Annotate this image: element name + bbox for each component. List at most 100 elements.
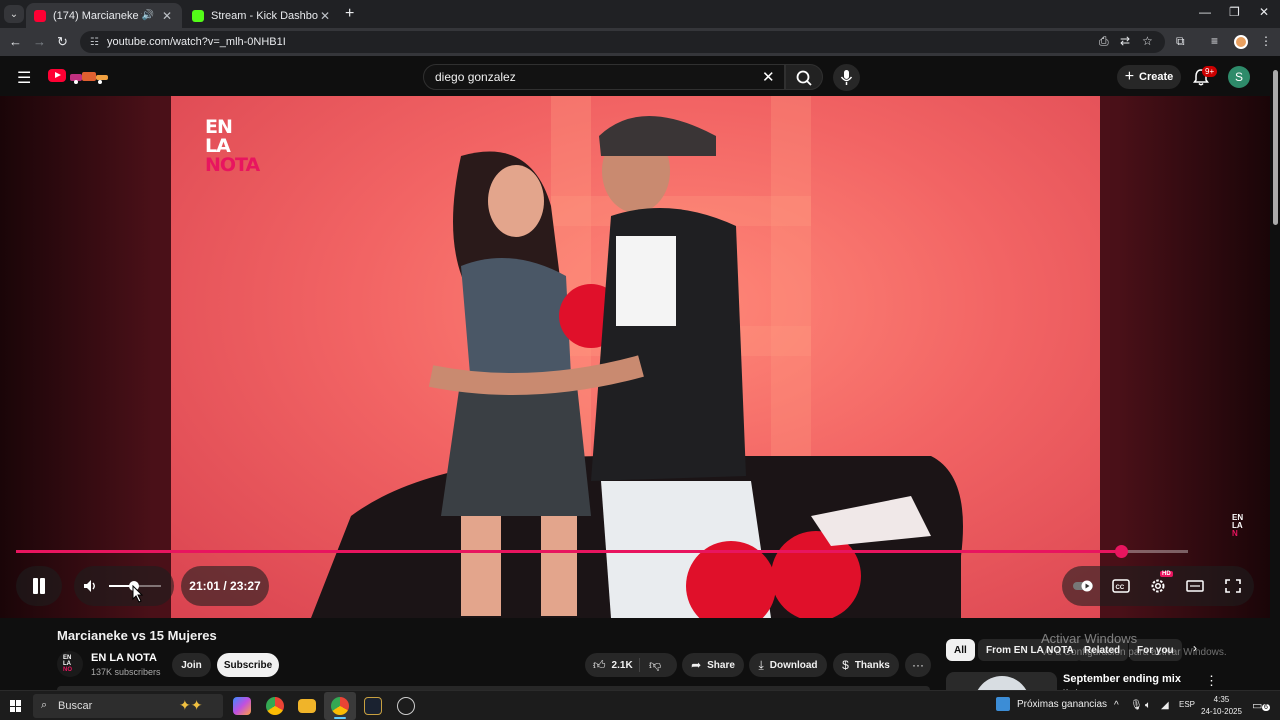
- pause-button[interactable]: [16, 566, 62, 606]
- copilot-icon[interactable]: [233, 697, 251, 715]
- volume-icon[interactable]: [82, 578, 98, 594]
- network-icon[interactable]: ◢: [1161, 700, 1169, 711]
- hd-badge: HD: [1160, 571, 1173, 577]
- create-label: Create: [1139, 71, 1174, 83]
- captions-icon[interactable]: CC: [1112, 578, 1130, 594]
- media-control-icon[interactable]: ≡: [1211, 34, 1218, 48]
- reload-icon[interactable]: ↻: [57, 34, 68, 50]
- create-button[interactable]: + Create: [1117, 65, 1181, 89]
- tab-youtube[interactable]: (174) Marcianeke vs 15 Mujeres 🔊 ✕: [26, 3, 182, 28]
- video-frame[interactable]: EN LA NOTA: [171, 96, 1100, 618]
- language-indicator[interactable]: ESP: [1179, 700, 1195, 709]
- subscribe-label: Subscribe: [223, 659, 273, 671]
- search-highlight-icon: ✦✦: [179, 697, 203, 713]
- like-icon[interactable]: 👍︎: [593, 658, 606, 673]
- install-icon[interactable]: ⎙: [1099, 34, 1109, 49]
- tab-title: Stream - Kick Dashboard: [211, 9, 318, 22]
- like-divider: [639, 658, 640, 672]
- right-controls: CC HD: [1062, 566, 1254, 606]
- browser-profile-icon[interactable]: [1234, 35, 1248, 49]
- new-tab-button[interactable]: +: [345, 5, 354, 23]
- channel-watermark-logo: EN LA NOTA: [205, 118, 261, 192]
- more-actions-button[interactable]: ···: [905, 653, 931, 677]
- game-launcher-icon[interactable]: [364, 697, 382, 715]
- autoplay-toggle-icon[interactable]: [1072, 578, 1096, 594]
- voice-search-button[interactable]: [833, 64, 860, 91]
- tab-search-button[interactable]: ⌄: [4, 5, 24, 23]
- search-button[interactable]: [785, 64, 823, 90]
- time-current: 21:01: [189, 579, 220, 593]
- share-icon: ➦: [691, 658, 702, 672]
- bookmark-star-icon[interactable]: ☆: [1142, 34, 1153, 48]
- youtube-logo-icon[interactable]: [48, 69, 66, 82]
- file-explorer-icon[interactable]: [298, 699, 316, 713]
- subscribe-button[interactable]: Subscribe: [217, 653, 279, 677]
- volume-control[interactable]: [74, 566, 174, 606]
- youtube-favicon-icon: [34, 9, 46, 22]
- thanks-button[interactable]: $ Thanks: [833, 653, 899, 677]
- extensions-icon[interactable]: ⧉: [1176, 34, 1185, 49]
- notification-center-icon[interactable]: ▭: [1252, 699, 1262, 712]
- search-input-value: diego gonzalez: [435, 70, 516, 84]
- taskbar-active-app[interactable]: [324, 692, 356, 720]
- chip-all[interactable]: All: [946, 639, 975, 661]
- page-scrollbar[interactable]: [1270, 56, 1280, 690]
- scrollbar-thumb[interactable]: [1273, 70, 1278, 225]
- tray-expand-icon[interactable]: ^: [1114, 700, 1119, 711]
- close-tab-icon[interactable]: ✕: [318, 9, 332, 23]
- address-bar[interactable]: ☷ youtube.com/watch?v=_mlh-0NHB1I: [80, 31, 1165, 53]
- recommendation-title[interactable]: September ending mix: [1063, 673, 1181, 685]
- windows-start-icon[interactable]: [10, 700, 22, 712]
- site-info-icon[interactable]: ☷: [90, 37, 99, 48]
- svg-text:CC: CC: [1116, 585, 1125, 591]
- account-avatar[interactable]: S: [1228, 66, 1250, 88]
- recommendation-menu-icon[interactable]: ⋮: [1205, 673, 1218, 689]
- forward-icon[interactable]: →: [33, 34, 46, 49]
- obs-icon[interactable]: [397, 697, 415, 715]
- download-button[interactable]: ⤓ Download: [749, 653, 827, 677]
- weather-icon[interactable]: [996, 697, 1010, 711]
- tab-kick[interactable]: Stream - Kick Dashboard ✕: [184, 3, 340, 28]
- close-window-icon[interactable]: ✕: [1259, 5, 1269, 19]
- windows-activation-title: Activar Windows: [1041, 631, 1138, 646]
- settings-gear-icon[interactable]: [1149, 578, 1167, 594]
- microphone-tray-icon[interactable]: 🎙︎: [1130, 700, 1143, 711]
- doodle-logo-icon[interactable]: [68, 68, 114, 84]
- tab-title: (174) Marcianeke vs 15 Mujeres: [53, 9, 142, 22]
- notification-badge: 9+: [1202, 66, 1218, 77]
- search-input[interactable]: diego gonzalez: [423, 64, 785, 90]
- join-button[interactable]: Join: [172, 653, 211, 677]
- taskbar-search[interactable]: ⌕ Buscar ✦✦: [33, 694, 223, 718]
- download-icon: ⤓: [758, 657, 764, 672]
- chrome-icon[interactable]: [266, 697, 284, 715]
- channel-avatar[interactable]: EN LA NO: [57, 651, 83, 677]
- clock[interactable]: 4:35 24-10-2025: [1201, 694, 1242, 718]
- theater-mode-icon[interactable]: [1186, 578, 1204, 594]
- back-icon[interactable]: ←: [9, 34, 22, 49]
- search-icon: ⌕: [41, 699, 48, 711]
- video-info: Marcianeke vs 15 Mujeres EN LA NO EN LA NO…: [0, 618, 1270, 690]
- video-player[interactable]: EN LA NOTA EN LA N 21:01 / 23:27 CC HD: [0, 96, 1270, 618]
- dislike-icon[interactable]: 👎︎: [649, 658, 661, 673]
- weather-label[interactable]: Próximas ganancias: [1017, 699, 1107, 710]
- progress-bar[interactable]: [16, 545, 1188, 558]
- translate-icon[interactable]: ⇄: [1120, 34, 1130, 48]
- windows-activation-text: Ve a Configuración para activar Windows.: [1041, 647, 1227, 658]
- corner-branding-icon[interactable]: EN LA N: [1232, 514, 1250, 538]
- volume-tray-icon[interactable]: 🔈︎: [1145, 700, 1151, 711]
- fullscreen-icon[interactable]: [1224, 578, 1242, 594]
- speaker-icon[interactable]: 🔊: [142, 10, 154, 21]
- chrome-profile-icon: [331, 697, 349, 715]
- clear-search-icon[interactable]: ✕: [762, 68, 775, 86]
- like-count[interactable]: 2.1K: [612, 660, 633, 671]
- video-title: Marcianeke vs 15 Mujeres: [57, 628, 217, 643]
- minimize-icon[interactable]: —: [1199, 5, 1211, 19]
- share-label: Share: [707, 659, 735, 671]
- share-button[interactable]: ➦ Share: [682, 653, 744, 677]
- channel-name[interactable]: EN LA NOTA: [91, 652, 157, 664]
- close-tab-icon[interactable]: ✕: [160, 9, 174, 23]
- recommendation-thumbnail[interactable]: [946, 672, 1057, 690]
- restore-icon[interactable]: ❐: [1229, 5, 1240, 19]
- browser-menu-icon[interactable]: ⋮: [1260, 34, 1272, 48]
- hamburger-menu-icon[interactable]: ☰: [17, 68, 31, 88]
